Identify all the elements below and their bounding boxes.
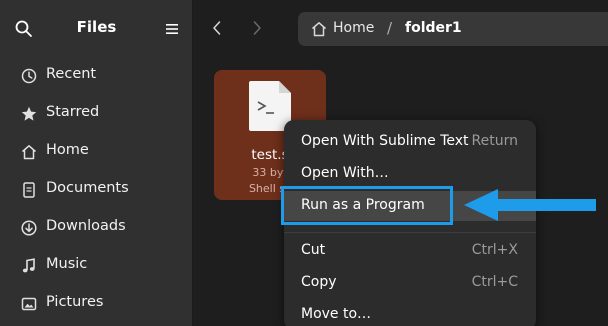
menu-item-shortcut: Ctrl+C (471, 274, 518, 290)
music-note-icon (22, 258, 35, 273)
star-icon (21, 106, 37, 121)
menu-item-label: Open With… (301, 165, 389, 181)
sidebar: Files Recent Starred Home Documents Down… (0, 0, 193, 326)
menu-separator (284, 232, 536, 233)
breadcrumb-home[interactable]: Home (333, 20, 374, 36)
clock-icon (21, 68, 37, 84)
menu-item-copy[interactable]: Copy Ctrl+C (284, 268, 536, 298)
sidebar-item-label: Pictures (46, 294, 104, 310)
menu-item-shortcut: Ctrl+X (471, 242, 518, 258)
picture-icon (21, 297, 37, 311)
breadcrumb-current-folder[interactable]: folder1 (405, 20, 462, 36)
menu-item-shortcut: Return (471, 133, 518, 149)
breadcrumb: Home / folder1 (298, 12, 608, 46)
menu-item-move-to[interactable]: Move to… (284, 300, 536, 326)
sidebar-item-label: Music (46, 256, 88, 272)
sidebar-item-label: Recent (46, 66, 97, 82)
home-icon (22, 145, 36, 160)
annotation-arrow-icon (464, 189, 596, 221)
sidebar-item-label: Home (46, 142, 89, 158)
menu-item-cut[interactable]: Cut Ctrl+X (284, 236, 536, 266)
home-icon[interactable] (310, 20, 328, 38)
sidebar-item-home[interactable]: Home (8, 134, 186, 170)
breadcrumb-separator: / (387, 19, 393, 37)
sidebar-item-downloads[interactable]: Downloads (8, 210, 186, 246)
sidebar-header: Files (0, 0, 193, 58)
sidebar-item-label: Starred (46, 104, 100, 120)
sidebar-item-recent[interactable]: Recent (8, 58, 186, 94)
menu-item-label: Cut (301, 242, 326, 258)
sidebar-item-label: Downloads (46, 218, 126, 234)
hamburger-menu-icon[interactable] (163, 19, 181, 39)
sidebar-item-music[interactable]: Music (8, 248, 186, 284)
back-arrow-icon[interactable] (208, 17, 226, 39)
sidebar-item-pictures[interactable]: Pictures (8, 286, 186, 322)
menu-item-open-with[interactable]: Open With… (284, 159, 536, 189)
menu-item-open-with-sublime-text[interactable]: Open With Sublime Text Return (284, 127, 536, 157)
sidebar-item-documents[interactable]: Documents (8, 172, 186, 208)
document-icon (23, 182, 35, 198)
sidebar-item-starred[interactable]: Starred (8, 96, 186, 132)
download-icon (21, 220, 37, 236)
menu-item-label: Copy (301, 274, 337, 290)
menu-item-label: Open With Sublime Text (301, 133, 469, 149)
annotation-highlight-box (281, 186, 453, 225)
forward-arrow-icon[interactable] (248, 17, 266, 39)
sidebar-item-label: Documents (46, 180, 129, 196)
menu-item-label: Move to… (301, 306, 372, 322)
